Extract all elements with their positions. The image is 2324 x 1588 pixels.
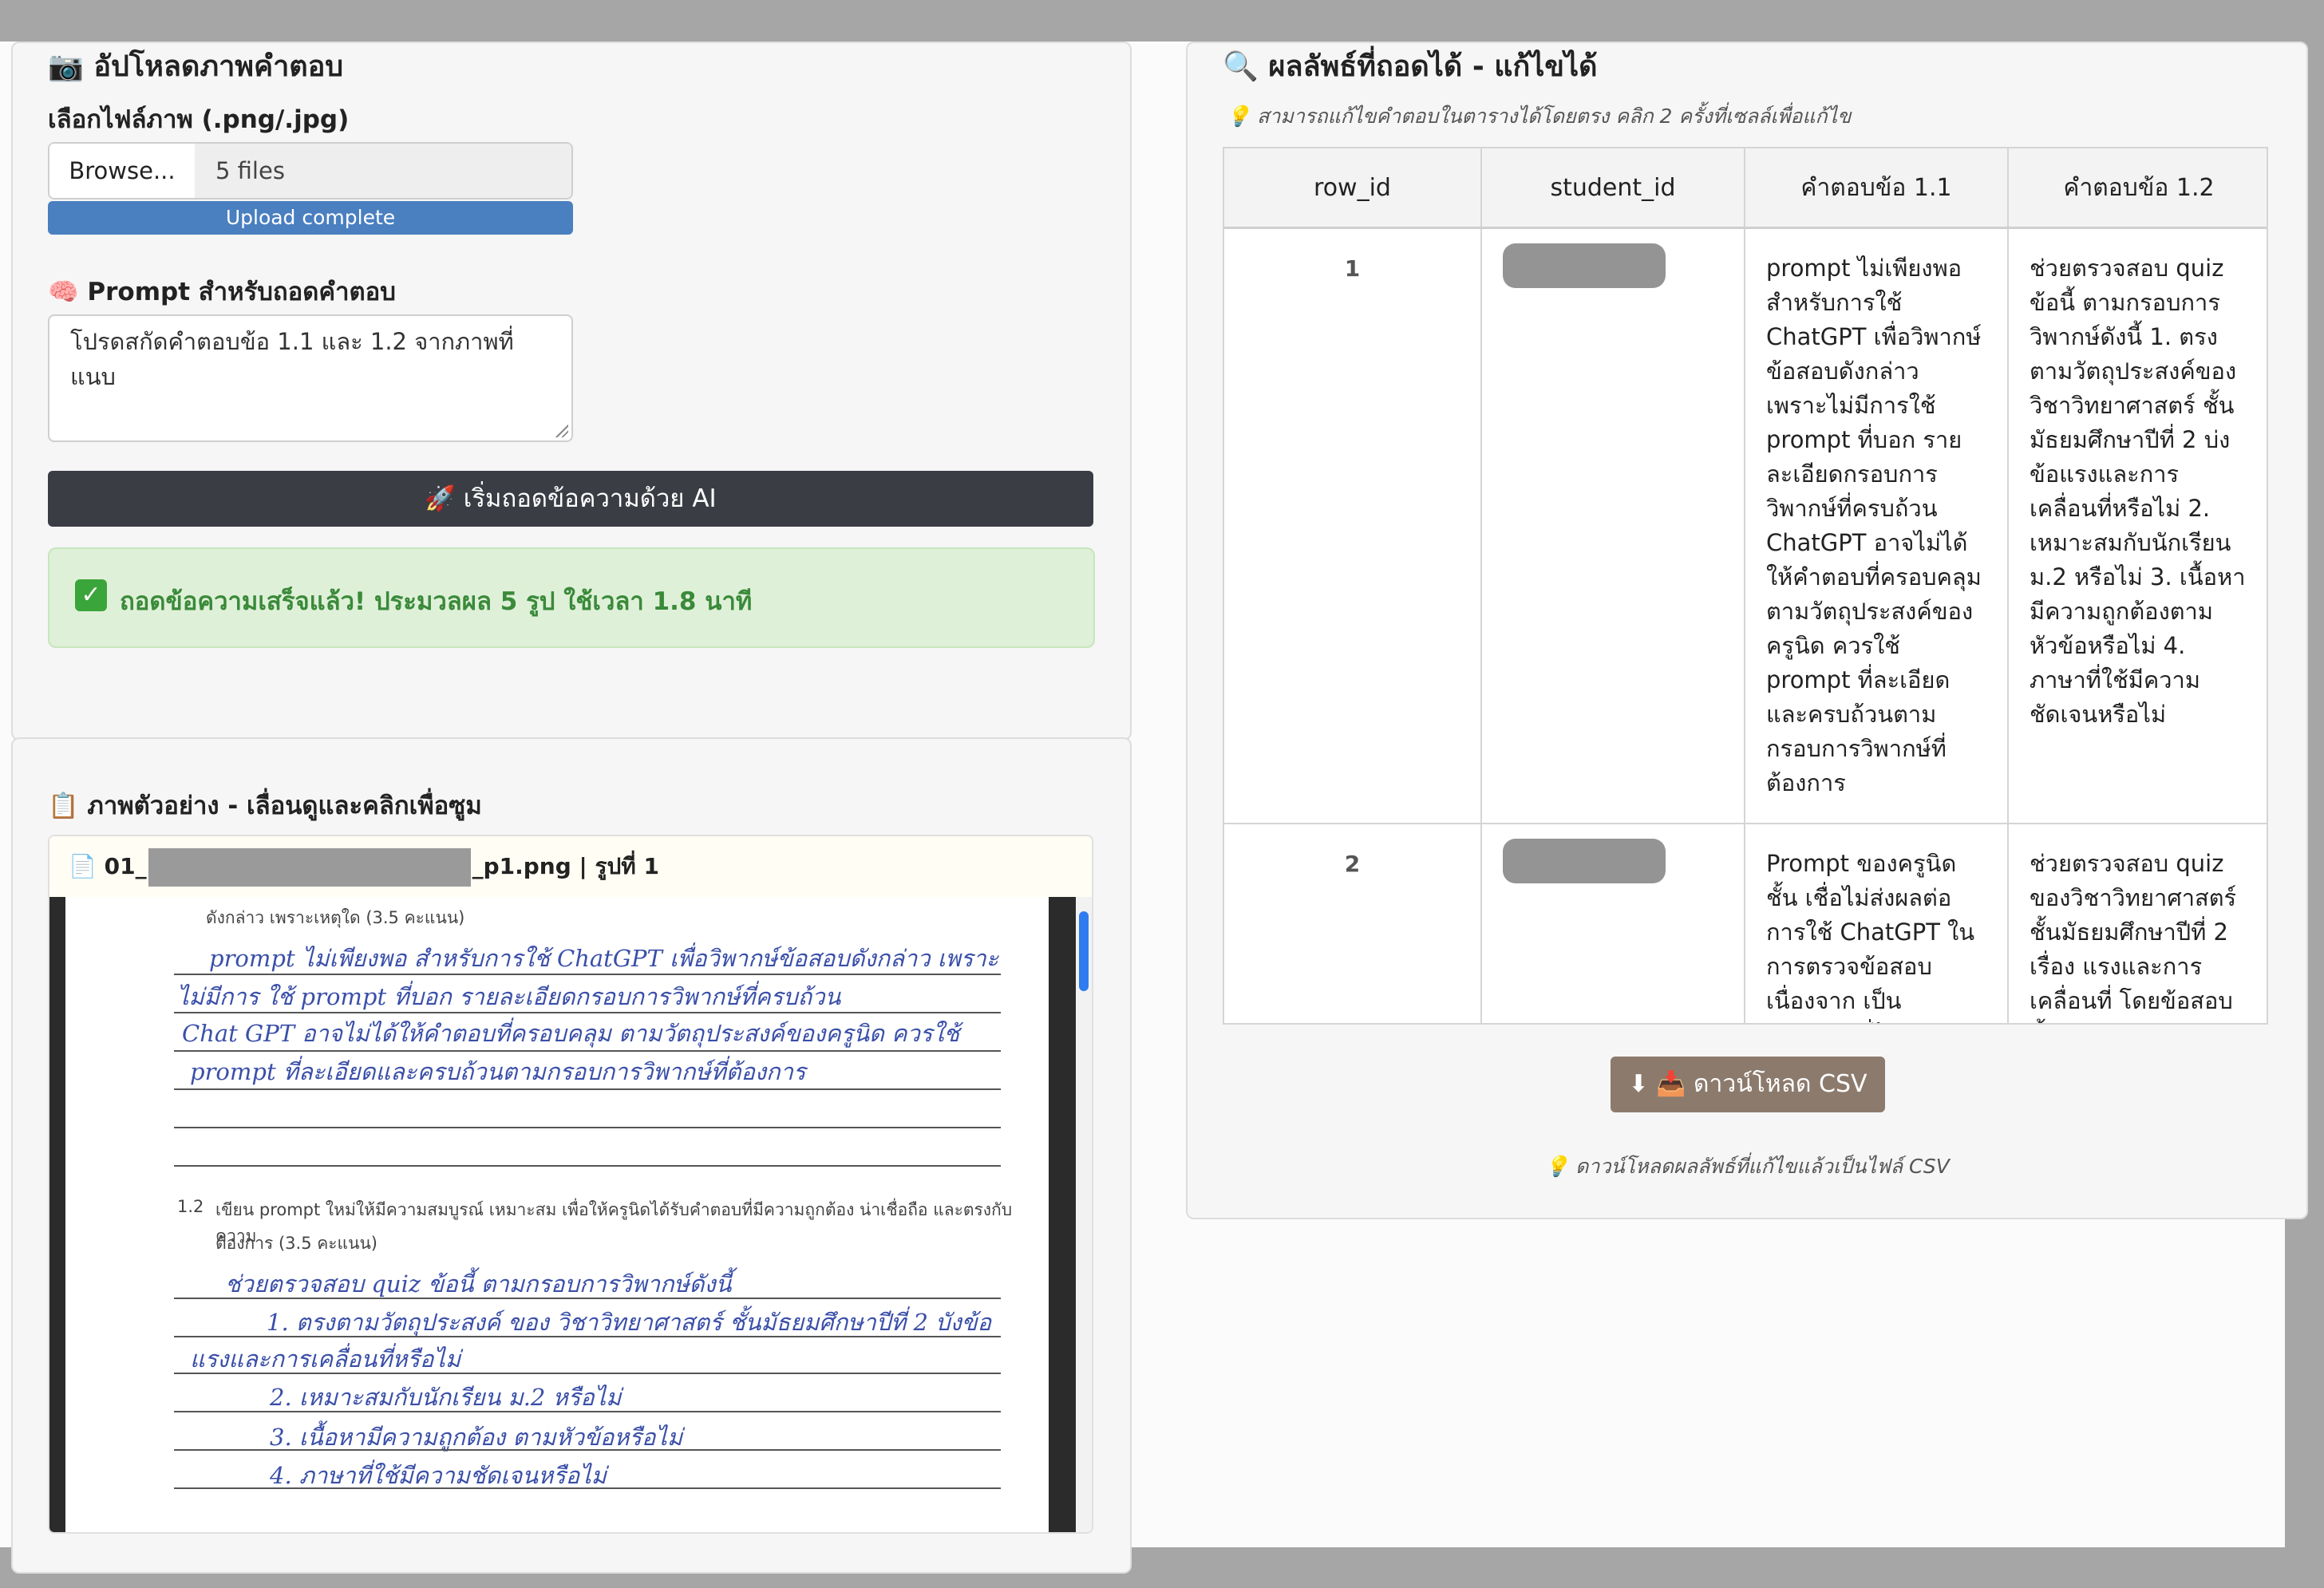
preview-frame[interactable]: 📄 01_ _p1.png | รูปที่ 1 ดังกล่าว เพราะเห… — [48, 835, 1093, 1534]
answer-rule — [174, 1012, 1001, 1013]
upload-panel: 📷 อัปโหลดภาพคำตอบ เลือกไฟล์ภาพ (.png/.jp… — [11, 41, 1132, 741]
column-header-row-id[interactable]: row_id — [1224, 148, 1482, 229]
student-id-cell[interactable] — [1481, 227, 1745, 824]
handwriting-line: prompt ไม่เพียงพอ สำหรับการใช้ ChatGPT เ… — [209, 945, 999, 972]
answer-rule — [174, 1411, 1001, 1412]
progress-text: Upload complete — [225, 206, 396, 229]
handwriting-line: prompt ที่ละเอียดและครบถ้วนตามกรอบการวิพ… — [190, 1058, 806, 1085]
prompt-text: โปรดสกัดคำตอบข้อ 1.1 และ 1.2 จากภาพที่แน… — [70, 328, 514, 390]
student-id-cell[interactable] — [1481, 824, 1745, 1023]
resize-handle-icon[interactable] — [555, 425, 568, 437]
edit-hint: 💡 สามารถแก้ไขคำตอบในตารางได้โดยตรง คลิก … — [1226, 105, 1852, 128]
results-grid: row_id student_id คำตอบข้อ 1.1 คำตอบข้อ … — [1224, 148, 2267, 1023]
answer-rule — [174, 1127, 1001, 1128]
success-message: ถอดข้อความเสร็จแล้ว! ประมวลผล 5 รูป ใช้เ… — [120, 587, 753, 616]
file-count-text: 5 files — [195, 144, 571, 198]
answer-12-cell[interactable]: ช่วยตรวจสอบ quiz ข้อนี้ ตามกรอบการวิพากษ… — [2008, 227, 2267, 824]
handwriting-line: Chat GPT อาจไม่ได้ให้คำตอบที่ครอบคลุม ตา… — [182, 1020, 960, 1047]
answer-11-cell[interactable]: prompt ไม่เพียงพอสำหรับการใช้ ChatGPT เพ… — [1745, 227, 2009, 824]
q12-question-cont: ต้องการ (3.5 คะแนน) — [215, 1234, 377, 1253]
handwriting-line: ไม่มีการ ใช้ prompt ที่บอก รายละเอียดกรอ… — [177, 983, 841, 1010]
download-hint: 💡 ดาวน์โหลดผลลัพธ์ที่แก้ไขแล้วเป็นไฟล์ C… — [1544, 1155, 1950, 1178]
preview-panel: 📋 ภาพตัวอย่าง - เลื่อนดูและคลิกเพื่อซูม … — [11, 737, 1132, 1574]
document-image[interactable]: ดังกล่าว เพราะเหตุใด (3.5 คะแนน) prompt … — [49, 897, 1079, 1532]
preview-title: 📋 ภาพตัวอย่าง - เลื่อนดูและคลิกเพื่อซูม — [48, 792, 482, 820]
answer-rule — [174, 1373, 1001, 1374]
answer-rule — [174, 974, 1001, 975]
results-table[interactable]: row_id student_id คำตอบข้อ 1.1 คำตอบข้อ … — [1223, 147, 2268, 1025]
check-icon: ✓ — [75, 579, 107, 611]
table-row: 2 Prompt ของครูนิดชั้น เชื่อไม่ส่งผลต่อก… — [1224, 824, 2267, 1023]
preview-file-header: 📄 01_ _p1.png | รูปที่ 1 — [49, 836, 1092, 898]
start-ocr-button[interactable]: 🚀 เริ่มถอดข้อความด้วย AI — [48, 471, 1093, 527]
preview-scrollbar[interactable] — [1076, 897, 1092, 1532]
column-header-student-id[interactable]: student_id — [1481, 148, 1745, 229]
app-canvas: 📷 อัปโหลดภาพคำตอบ เลือกไฟล์ภาพ (.png/.jp… — [0, 41, 2308, 1574]
results-title: 🔍 ผลลัพธ์ที่ถอดได้ - แก้ไขได้ — [1223, 50, 1598, 83]
scrollbar-thumb[interactable] — [1079, 911, 1089, 991]
preview-file-name: 📄 01_ _p1.png | รูปที่ 1 — [69, 836, 659, 897]
answer-rule — [174, 1165, 1001, 1167]
q11-tail: ดังกล่าว เพราะเหตุใด (3.5 คะแนน) — [206, 908, 465, 927]
redacted-student-id — [1503, 839, 1666, 883]
results-panel: 🔍 ผลลัพธ์ที่ถอดได้ - แก้ไขได้ 💡 สามารถแก… — [1186, 41, 2308, 1219]
q12-number: 1.2 — [177, 1197, 204, 1216]
download-csv-button[interactable]: ⬇ 📥 ดาวน์โหลด CSV — [1611, 1057, 1885, 1112]
answer-rule — [174, 1050, 1001, 1052]
prompt-textarea[interactable]: โปรดสกัดคำตอบข้อ 1.1 และ 1.2 จากภาพที่แน… — [48, 314, 573, 442]
answer-rule — [174, 1336, 1001, 1337]
upload-progress-bar: Upload complete — [48, 201, 573, 235]
file-name-suffix: _p1.png | รูปที่ 1 — [472, 853, 659, 879]
answer-rule — [174, 1487, 1001, 1489]
file-name-prefix: 📄 01_ — [69, 853, 147, 879]
row-id-cell[interactable]: 2 — [1224, 824, 1482, 1023]
prompt-label: 🧠 Prompt สำหรับถอดคำตอบ — [48, 278, 396, 306]
redacted-student-id — [1503, 243, 1666, 288]
table-header-row: row_id student_id คำตอบข้อ 1.1 คำตอบข้อ … — [1224, 148, 2267, 229]
file-label: เลือกไฟล์ภาพ (.png/.jpg) — [48, 105, 350, 134]
answer-rule — [174, 1088, 1001, 1090]
answer-rule — [174, 1298, 1001, 1299]
column-header-answer-11[interactable]: คำตอบข้อ 1.1 — [1745, 148, 2009, 229]
answer-rule — [174, 1449, 1001, 1451]
answer-11-cell[interactable]: Prompt ของครูนิดชั้น เชื่อไม่ส่งผลต่อการ… — [1745, 824, 2009, 1023]
answer-12-cell[interactable]: ช่วยตรวจสอบ quiz ของวิชาวิทยาศาสตร์ ชั้น… — [2008, 824, 2267, 1023]
column-header-answer-12[interactable]: คำตอบข้อ 1.2 — [2008, 148, 2267, 229]
file-input[interactable]: Browse... 5 files — [48, 142, 573, 199]
upload-title: 📷 อัปโหลดภาพคำตอบ — [48, 50, 344, 83]
document-page: ดังกล่าว เพราะเหตุใด (3.5 คะแนน) prompt … — [65, 897, 1049, 1532]
row-id-cell[interactable]: 1 — [1224, 227, 1482, 824]
table-row: 1 prompt ไม่เพียงพอสำหรับการใช้ ChatGPT … — [1224, 227, 2267, 824]
success-alert: ✓ ถอดข้อความเสร็จแล้ว! ประมวลผล 5 รูป ใช… — [48, 547, 1095, 648]
redacted-name — [148, 848, 471, 887]
browse-button[interactable]: Browse... — [49, 144, 196, 198]
